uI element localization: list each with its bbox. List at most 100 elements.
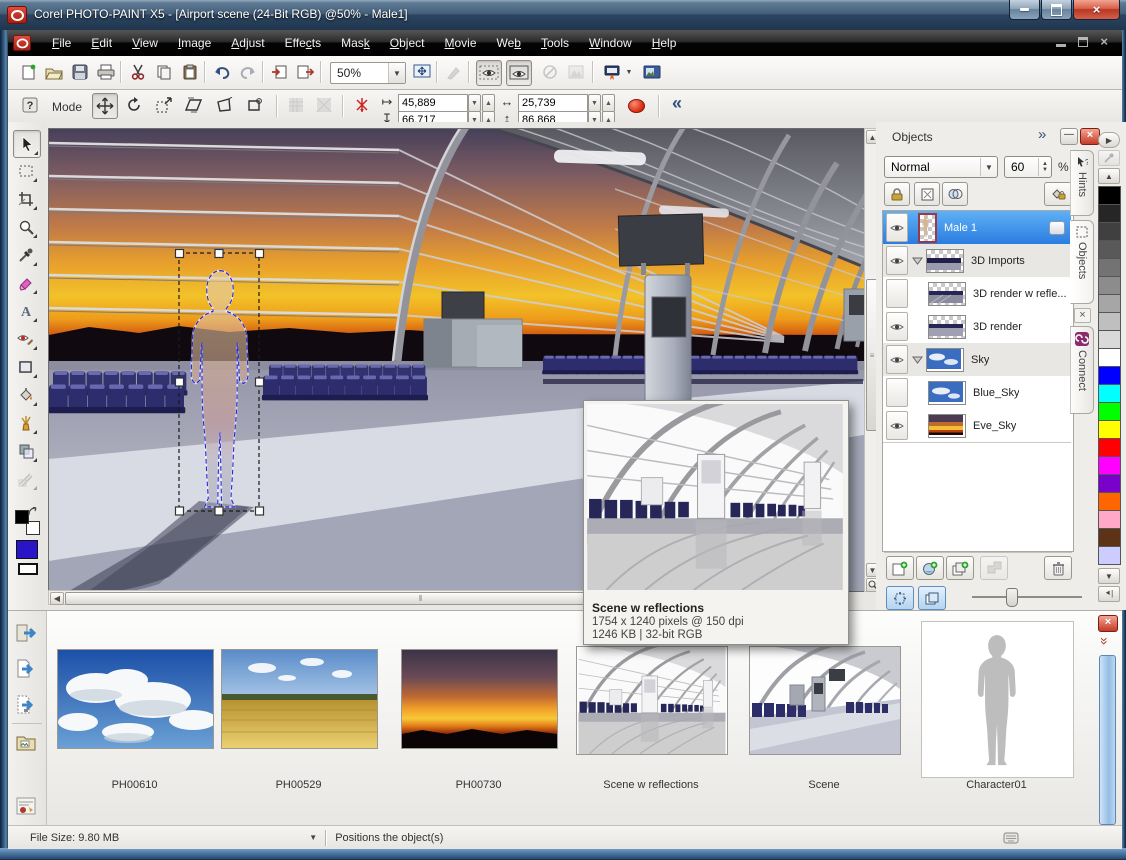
- menu-web[interactable]: Web: [487, 32, 531, 54]
- palette-swatch[interactable]: [1098, 222, 1121, 241]
- palette-swatch[interactable]: [1098, 240, 1121, 259]
- eraser-tool[interactable]: [13, 270, 39, 296]
- x-position-input[interactable]: [398, 94, 468, 112]
- layer-row-eve-sky[interactable]: Eve_Sky: [883, 409, 1071, 443]
- visibility-eye-empty[interactable]: [886, 279, 908, 308]
- tray-scrollbar[interactable]: [1099, 655, 1116, 825]
- palette-scroll-up-icon[interactable]: ▲: [1098, 168, 1120, 184]
- clip-mask-button[interactable]: [914, 182, 940, 206]
- layer-thumbnail[interactable]: [918, 213, 937, 243]
- w-spin-up[interactable]: ▲: [602, 94, 615, 112]
- redo-button[interactable]: [236, 60, 260, 84]
- open-button[interactable]: [42, 60, 66, 84]
- menu-object[interactable]: Object: [380, 32, 435, 54]
- opacity-field[interactable]: 60 ▲▼: [1004, 156, 1052, 178]
- red-eye-removal-tool[interactable]: [13, 326, 39, 352]
- collapse-group-icon[interactable]: [912, 356, 923, 364]
- visibility-eye-icon[interactable]: [886, 345, 908, 374]
- palette-swatch[interactable]: [1098, 348, 1121, 367]
- menu-adjust[interactable]: Adjust: [221, 32, 274, 54]
- apply-transform-button[interactable]: [628, 99, 645, 113]
- collapse-chevrons-icon[interactable]: «: [672, 93, 682, 114]
- palette-flyout-button[interactable]: ▶: [1098, 132, 1120, 148]
- menu-view[interactable]: View: [122, 32, 168, 54]
- browse-folder-button[interactable]: [16, 733, 38, 754]
- x-spin-down[interactable]: ▼: [468, 94, 481, 112]
- import-file-button[interactable]: [16, 623, 38, 646]
- docker-close-button[interactable]: ×: [1080, 128, 1100, 145]
- position-mode-button[interactable]: [92, 93, 118, 119]
- window-restore-button[interactable]: [1041, 0, 1072, 20]
- palette-scroll-down-icon[interactable]: ▼: [1098, 568, 1120, 584]
- cut-button[interactable]: [126, 60, 150, 84]
- palette-swatch[interactable]: [1098, 294, 1121, 313]
- foreground-background-colors[interactable]: [15, 510, 39, 534]
- copy-button[interactable]: [152, 60, 176, 84]
- eyedropper-tool[interactable]: [13, 242, 39, 268]
- new-object-button[interactable]: [886, 556, 914, 580]
- merge-mode-select[interactable]: Normal ▼: [884, 156, 998, 178]
- import-page-button[interactable]: [16, 659, 38, 682]
- layer-row-sky[interactable]: Sky: [883, 343, 1071, 377]
- layer-row-3d-imports[interactable]: 3D Imports: [883, 244, 1071, 278]
- tab-connect[interactable]: Connect: [1070, 326, 1094, 414]
- chevron-down-icon[interactable]: ▼: [388, 63, 405, 83]
- menu-window[interactable]: Window: [579, 32, 642, 54]
- layer-row-3d-render-w-reflections[interactable]: 3D render w refle...: [883, 277, 1071, 311]
- menu-edit[interactable]: Edit: [81, 32, 122, 54]
- fill-tool[interactable]: [13, 382, 39, 408]
- print-button[interactable]: [94, 60, 118, 84]
- distort-mode-button[interactable]: [212, 93, 236, 117]
- tray-collapse-chevrons[interactable]: »: [1097, 637, 1113, 645]
- menu-image[interactable]: Image: [168, 32, 221, 54]
- application-launcher-button[interactable]: [600, 60, 624, 84]
- layer-row-blue-sky[interactable]: Blue_Sky: [883, 376, 1071, 410]
- palette-swatch[interactable]: [1098, 402, 1121, 421]
- width-input[interactable]: [518, 94, 588, 112]
- layer-row-3d-render[interactable]: 3D render: [883, 310, 1071, 344]
- keyboard-icon[interactable]: [1003, 832, 1019, 844]
- tray-thumbnail[interactable]: [221, 649, 378, 749]
- tray-thumbnail[interactable]: [401, 649, 558, 749]
- palette-swatch[interactable]: [1098, 492, 1121, 511]
- object-transparency-tool[interactable]: [13, 438, 39, 464]
- mask-rectangle-tool[interactable]: [13, 158, 39, 184]
- pick-tool[interactable]: [13, 130, 41, 158]
- rectangle-tool[interactable]: [13, 354, 39, 380]
- status-dropdown-icon[interactable]: ▼: [309, 833, 317, 842]
- palette-swatch[interactable]: [1098, 366, 1121, 385]
- layer-thumbnail[interactable]: [928, 381, 966, 405]
- palette-swatch[interactable]: [1098, 546, 1121, 565]
- show-object-marquee-button[interactable]: [506, 60, 532, 86]
- palette-swatch[interactable]: [1098, 474, 1121, 493]
- import-object-button[interactable]: [16, 695, 38, 718]
- document-minimize-icon[interactable]: [1056, 36, 1066, 47]
- visibility-eye-icon[interactable]: [886, 312, 908, 341]
- palette-swatch[interactable]: [1098, 384, 1121, 403]
- show-previews-toggle[interactable]: [918, 586, 946, 610]
- menu-help[interactable]: Help: [642, 32, 687, 54]
- zoom-level-combo[interactable]: 50% ▼: [330, 62, 406, 84]
- palette-swatch[interactable]: [1098, 186, 1121, 205]
- scroll-left-icon[interactable]: ◀: [50, 592, 64, 605]
- menu-file[interactable]: File: [42, 32, 81, 54]
- lock-object-button[interactable]: [1044, 182, 1072, 206]
- document-restore-icon[interactable]: [1078, 37, 1088, 47]
- text-tool[interactable]: A: [13, 298, 39, 324]
- import-button[interactable]: [268, 60, 292, 84]
- rotate-mode-button[interactable]: [122, 93, 146, 117]
- menu-tools[interactable]: Tools: [531, 32, 579, 54]
- paint-tool[interactable]: [13, 410, 39, 436]
- thumbnail-size-slider-track[interactable]: [972, 596, 1082, 598]
- window-close-button[interactable]: ×: [1073, 0, 1120, 20]
- palette-swatch[interactable]: [1098, 456, 1121, 475]
- tray-close-button[interactable]: ×: [1098, 615, 1118, 632]
- new-lens-button[interactable]: [916, 556, 944, 580]
- crop-tool[interactable]: [13, 186, 39, 212]
- scale-mode-button[interactable]: [152, 93, 176, 117]
- visibility-eye-icon[interactable]: [886, 246, 908, 275]
- layer-thumbnail[interactable]: [926, 348, 964, 372]
- opacity-spinner[interactable]: ▲▼: [1038, 158, 1051, 176]
- visibility-eye-icon[interactable]: [886, 213, 908, 242]
- export-button[interactable]: [294, 60, 318, 84]
